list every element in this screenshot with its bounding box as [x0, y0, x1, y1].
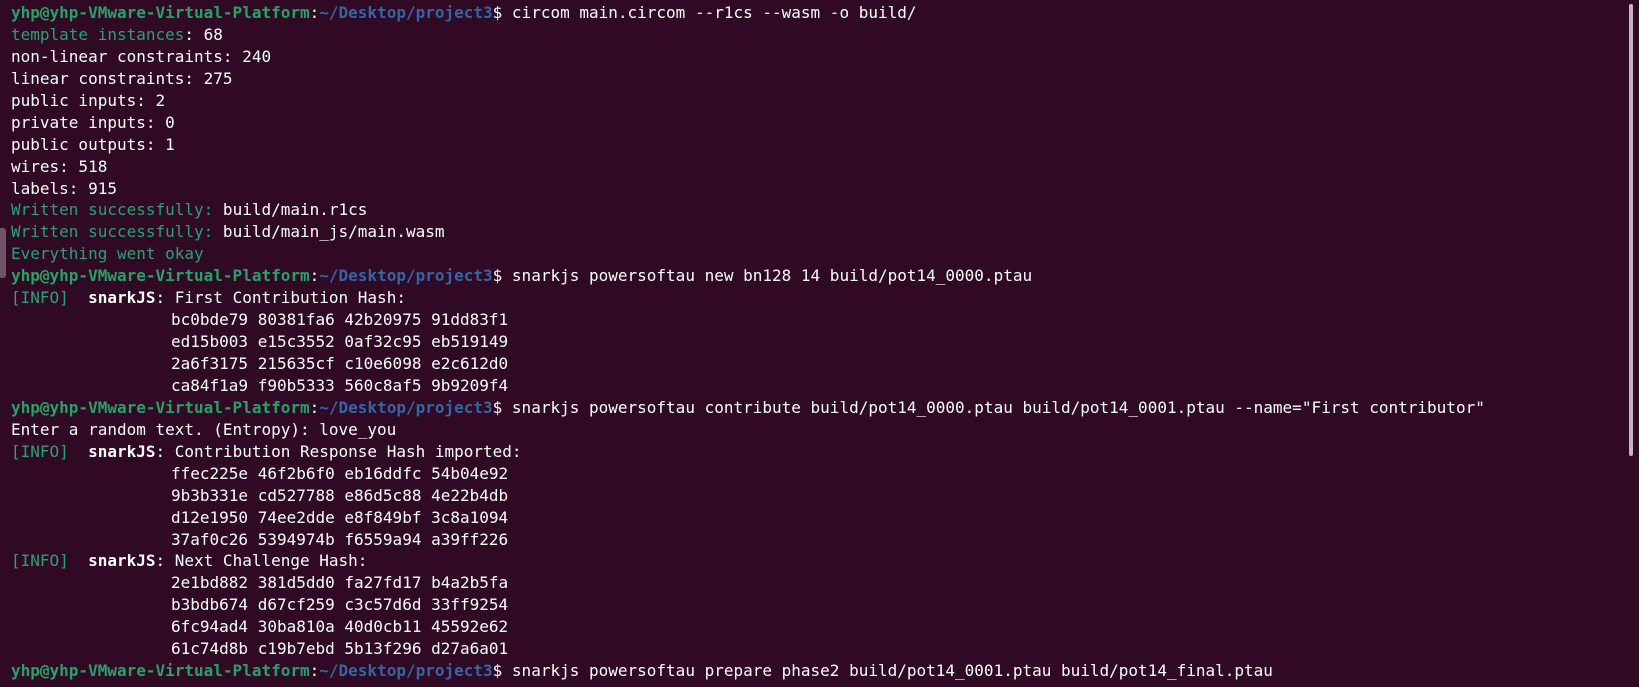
template-label: template instances	[11, 24, 185, 44]
prompt-dollar: $	[492, 3, 512, 22]
prompt-path: ~/Desktop/project3	[319, 661, 493, 681]
command-text: snarkjs powersoftau contribute build/pot…	[511, 397, 1485, 417]
prompt-line: yhp@yhp-VMware-Virtual-Platform:~/Deskto…	[11, 2, 1639, 24]
prompt-separator: :	[309, 3, 320, 22]
snarkjs-name: snarkJS	[88, 288, 156, 308]
output-line: labels: 915	[11, 178, 117, 198]
output-line: public outputs: 1	[11, 134, 175, 154]
prompt-path: ~/Desktop/project3	[319, 3, 493, 22]
snarkjs-name: snarkJS	[88, 441, 156, 461]
prompt-separator: :	[309, 661, 320, 681]
hash-line: 37af0c26 5394974b f6559a94 a39ff226	[171, 529, 509, 549]
hash-line: 6fc94ad4 30ba810a 40d0cb11 45592e62	[171, 617, 509, 637]
prompt-path: ~/Desktop/project3	[319, 266, 493, 286]
prompt-line: yhp@yhp-VMware-Virtual-Platform:~/Deskto…	[11, 660, 1639, 682]
output-line: Written successfully: build/main.r1cs	[11, 199, 1639, 221]
info-line: [INFO] snarkJS: Contribution Response Ha…	[11, 441, 1639, 463]
hash-line: ffec225e 46f2b6f0 eb16ddfc 54b04e92	[171, 463, 509, 483]
terminal-window[interactable]: yhp@yhp-VMware-Virtual-Platform:~/Deskto…	[0, 0, 1639, 687]
command-text: snarkjs powersoftau prepare phase2 build…	[511, 661, 1273, 681]
info-line: [INFO] snarkJS: First Contribution Hash:	[11, 287, 1639, 309]
written-label: Written successfully:	[11, 222, 214, 242]
prompt-user-host: yhp@yhp-VMware-Virtual-Platform	[11, 661, 310, 681]
entropy-line: Enter a random text. (Entropy): love_you	[11, 419, 397, 439]
hash-line: b3bdb674 d67cf259 c3c57d6d 33ff9254	[171, 595, 509, 615]
output-line: template instances: 68	[11, 24, 1639, 46]
success-message: Everything went okay	[11, 244, 204, 264]
hash-line: ca84f1a9 f90b5333 560c8af5 9b9209f4	[171, 375, 509, 395]
info-tag: [INFO]	[11, 551, 69, 571]
info-tag: [INFO]	[11, 288, 69, 308]
prompt-user-host: yhp@yhp-VMware-Virtual-Platform	[11, 397, 310, 417]
output-line: Written successfully: build/main_js/main…	[11, 221, 1639, 243]
prompt-separator: :	[309, 266, 320, 286]
output-line: wires: 518	[11, 156, 108, 176]
info-line: [INFO] snarkJS: Next Challenge Hash:	[11, 550, 1639, 572]
prompt-dollar: $	[492, 661, 512, 681]
prompt-line: yhp@yhp-VMware-Virtual-Platform:~/Deskto…	[11, 397, 1639, 419]
command-text: circom main.circom --r1cs --wasm -o buil…	[511, 3, 917, 22]
prompt-dollar: $	[492, 266, 512, 286]
info-message: : Contribution Response Hash imported:	[155, 441, 522, 461]
prompt-separator: :	[309, 397, 320, 417]
info-message: : First Contribution Hash:	[155, 288, 406, 308]
command-text: snarkjs powersoftau new bn128 14 build/p…	[511, 266, 1033, 286]
output-line: non-linear constraints: 240	[11, 46, 272, 66]
output-line: public inputs: 2	[11, 90, 166, 110]
written-file: build/main.r1cs	[213, 200, 368, 220]
prompt-path: ~/Desktop/project3	[319, 397, 493, 417]
written-label: Written successfully:	[11, 200, 214, 220]
info-message: : Next Challenge Hash:	[155, 551, 368, 571]
written-file: build/main_js/main.wasm	[213, 222, 445, 242]
hash-line: ed15b003 e15c3552 0af32c95 eb519149	[171, 332, 509, 352]
hash-line: 61c74d8b c19b7ebd 5b13f296 d27a6a01	[171, 639, 509, 659]
hash-line: 2e1bd882 381d5dd0 fa27fd17 b4a2b5fa	[171, 573, 509, 593]
output-line: private inputs: 0	[11, 112, 175, 132]
info-tag: [INFO]	[11, 441, 69, 461]
template-value: : 68	[184, 24, 223, 44]
hash-line: 2a6f3175 215635cf c10e6098 e2c612d0	[171, 354, 509, 373]
vertical-scrollbar[interactable]	[1629, 4, 1633, 456]
prompt-user-host: yhp@yhp-VMware-Virtual-Platform	[11, 266, 310, 286]
hash-line: bc0bde79 80381fa6 42b20975 91dd83f1	[171, 310, 509, 330]
snarkjs-name: snarkJS	[88, 551, 156, 571]
prompt-dollar: $	[492, 397, 512, 417]
prompt-user-host: yhp@yhp-VMware-Virtual-Platform	[11, 3, 310, 22]
hash-line: d12e1950 74ee2dde e8f849bf 3c8a1094	[171, 507, 509, 527]
output-line: linear constraints: 275	[11, 68, 233, 88]
prompt-line: yhp@yhp-VMware-Virtual-Platform:~/Deskto…	[11, 265, 1639, 287]
side-handle[interactable]	[0, 228, 6, 278]
hash-line: 9b3b331e cd527788 e86d5c88 4e22b4db	[171, 485, 509, 505]
